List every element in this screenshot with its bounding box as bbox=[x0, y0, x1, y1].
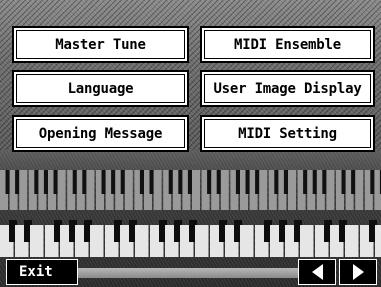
back-key bbox=[326, 170, 335, 210]
master-tune-button[interactable]: Master Tune bbox=[12, 26, 189, 63]
front-key bbox=[135, 225, 149, 257]
language-button[interactable]: Language bbox=[12, 70, 189, 107]
midi-ensemble-button[interactable]: MIDI Ensemble bbox=[200, 26, 375, 63]
back-key bbox=[355, 170, 364, 210]
back-key bbox=[153, 170, 162, 210]
user-image-display-button[interactable]: User Image Display bbox=[200, 70, 375, 107]
footer-divider-bar bbox=[78, 268, 298, 278]
front-key bbox=[375, 225, 381, 257]
back-key bbox=[288, 170, 296, 210]
back-key bbox=[192, 170, 200, 210]
piano-keyboard-image bbox=[0, 170, 381, 257]
back-key bbox=[86, 170, 95, 210]
front-key bbox=[195, 225, 209, 257]
front-key bbox=[300, 225, 314, 257]
back-key bbox=[220, 170, 229, 210]
back-key bbox=[124, 170, 133, 210]
front-key bbox=[90, 225, 104, 257]
next-page-button[interactable] bbox=[339, 259, 377, 285]
function-menu-screen: Master Tune Language Opening Message MID… bbox=[0, 0, 381, 287]
front-key bbox=[30, 225, 44, 257]
front-key bbox=[240, 225, 254, 257]
back-key bbox=[57, 170, 66, 210]
previous-page-button[interactable] bbox=[298, 259, 336, 285]
back-key bbox=[19, 170, 28, 210]
exit-label: Exit bbox=[19, 264, 53, 280]
left-arrow-icon bbox=[311, 264, 323, 280]
right-arrow-icon bbox=[352, 264, 364, 280]
back-key bbox=[259, 170, 268, 210]
front-key bbox=[345, 225, 359, 257]
exit-button[interactable]: Exit bbox=[6, 259, 78, 285]
midi-setting-button[interactable]: MIDI Setting bbox=[200, 115, 375, 152]
opening-message-button[interactable]: Opening Message bbox=[12, 115, 189, 152]
